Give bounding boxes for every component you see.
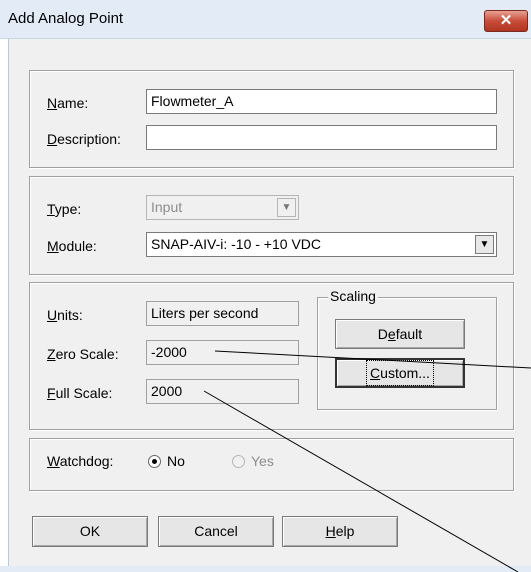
add-analog-point-dialog: Add Analog Point ✕ Name: Flowmeter_A Des… [0,0,531,572]
callout-lines [203,350,531,572]
zero-scale-callout-line [214,350,531,369]
full-scale-callout-line [203,390,519,572]
